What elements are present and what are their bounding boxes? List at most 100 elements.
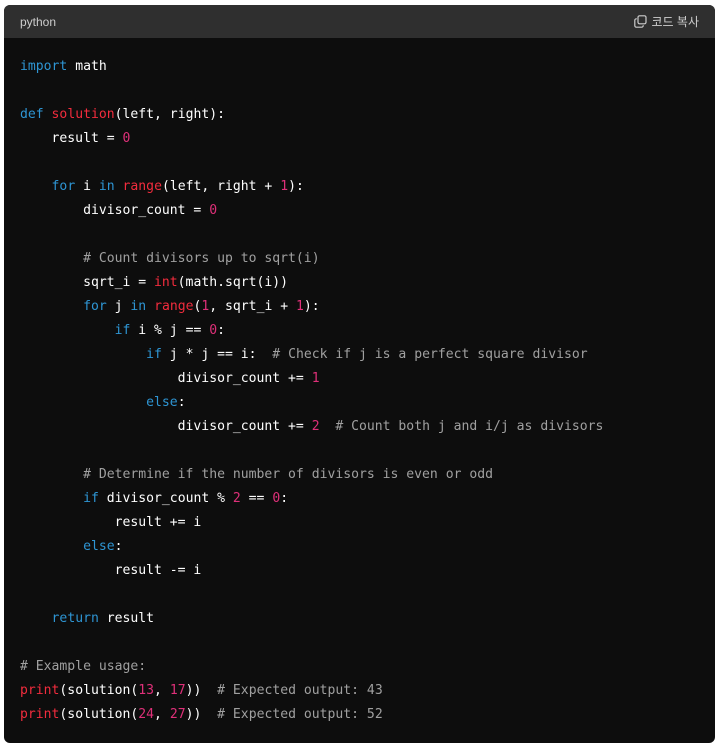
- code-token: :: [114, 539, 123, 554]
- code-token: range: [154, 299, 194, 314]
- code-token: ):: [303, 299, 320, 314]
- code-token: result -= i: [20, 563, 202, 578]
- code-token: # Expected output: 52: [217, 707, 383, 722]
- code-token: # Determine if the number of divisors is…: [83, 467, 493, 482]
- code-line: print(solution(13, 17)) # Expected outpu…: [20, 679, 699, 703]
- code-token: 0: [209, 323, 218, 338]
- code-line: divisor_count = 0: [20, 199, 699, 223]
- code-line: return result: [20, 607, 699, 631]
- code-token: # Count both j and i/j as divisors: [335, 419, 604, 434]
- copy-code-button[interactable]: 코드 복사: [633, 13, 700, 30]
- code-token: import: [20, 59, 68, 74]
- code-line: result += i: [20, 511, 699, 535]
- code-token: :: [280, 491, 289, 506]
- code-line: if i % j == 0:: [20, 319, 699, 343]
- code-token: def: [20, 107, 44, 122]
- code-token: if: [146, 347, 162, 362]
- code-token: (solution(: [59, 707, 139, 722]
- code-token: int: [154, 275, 178, 290]
- code-token: divisor_count =: [20, 203, 210, 218]
- code-token: # Example usage:: [20, 659, 147, 674]
- code-token: else: [146, 395, 178, 410]
- code-line: # Count divisors up to sqrt(i): [20, 247, 699, 271]
- code-token: 24: [138, 707, 155, 722]
- code-token: math: [67, 59, 107, 74]
- code-token: # Count divisors up to sqrt(i): [83, 251, 320, 266]
- code-token: # Check if j is a perfect square divisor: [272, 347, 588, 362]
- code-token: ,: [154, 707, 170, 722]
- code-line: sqrt_i = int(math.sqrt(i)): [20, 271, 699, 295]
- code-line: divisor_count += 1: [20, 367, 699, 391]
- code-token: )): [185, 707, 218, 722]
- code-token: j * j == i:: [161, 347, 273, 362]
- code-token: (math.sqrt(i)): [177, 275, 289, 290]
- code-token: 2: [232, 491, 241, 506]
- code-token: if: [114, 323, 131, 338]
- code-token: divisor_count +=: [20, 419, 312, 434]
- copy-icon: [633, 15, 647, 28]
- code-line: import math: [20, 55, 699, 79]
- code-token: (left, right +: [161, 179, 281, 194]
- code-token: if: [83, 491, 99, 506]
- code-token: else: [83, 539, 115, 554]
- code-line: for j in range(1, sqrt_i + 1):: [20, 295, 699, 319]
- code-token: :: [217, 323, 226, 338]
- code-token: result =: [20, 131, 123, 146]
- code-token: 17: [169, 683, 186, 698]
- code-token: 1: [295, 299, 304, 314]
- code-token: ):: [288, 179, 304, 194]
- code-content: import math def solution(left, right): re…: [4, 38, 715, 727]
- code-line: else:: [20, 535, 699, 559]
- copy-code-label: 코드 복사: [651, 15, 700, 29]
- code-token: 0: [209, 203, 218, 218]
- code-token: 0: [122, 131, 131, 146]
- code-token: for: [51, 179, 76, 194]
- code-token: range: [122, 179, 162, 194]
- code-token: sqrt_i =: [20, 275, 155, 290]
- code-token: # Expected output: 43: [217, 683, 383, 698]
- code-token: :: [177, 395, 186, 410]
- code-token: , sqrt_i +: [209, 299, 296, 314]
- code-token: divisor_count %: [98, 491, 233, 506]
- code-token: )): [185, 683, 218, 698]
- code-line: divisor_count += 2 # Count both j and i/…: [20, 415, 699, 439]
- code-line: result -= i: [20, 559, 699, 583]
- code-token: 2: [311, 419, 320, 434]
- language-label: python: [20, 14, 57, 29]
- code-token: ==: [240, 491, 273, 506]
- code-token: for: [83, 299, 107, 314]
- code-line: # Determine if the number of divisors is…: [20, 463, 699, 487]
- code-token: result += i: [20, 515, 202, 530]
- code-block: python 코드 복사 import math def solution(lef…: [4, 5, 715, 743]
- code-token: 1: [280, 179, 289, 194]
- code-line: for i in range(left, right + 1):: [20, 175, 699, 199]
- code-token: divisor_count +=: [20, 371, 312, 386]
- code-token: (left, right):: [114, 107, 225, 122]
- code-line: print(solution(24, 27)) # Expected outpu…: [20, 703, 699, 727]
- code-line: result = 0: [20, 127, 699, 151]
- code-token: ,: [154, 683, 170, 698]
- code-line: def solution(left, right):: [20, 103, 699, 127]
- code-token: i % j ==: [130, 323, 210, 338]
- code-token: j: [106, 299, 131, 314]
- code-line: # Example usage:: [20, 655, 699, 679]
- code-token: print: [20, 707, 60, 722]
- code-token: print: [20, 683, 60, 698]
- code-token: (solution(: [59, 683, 139, 698]
- code-token: in: [98, 179, 115, 194]
- code-token: result: [98, 611, 155, 626]
